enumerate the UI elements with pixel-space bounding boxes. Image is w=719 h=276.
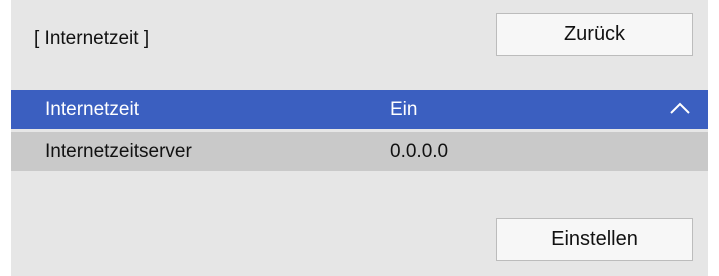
back-button[interactable]: Zurück bbox=[496, 13, 693, 56]
setting-label: Internetzeitserver bbox=[45, 140, 192, 162]
setting-label: Internetzeit bbox=[45, 98, 139, 120]
chevron-up-icon[interactable] bbox=[668, 98, 692, 120]
back-button-label: Zurück bbox=[563, 23, 626, 45]
settings-panel: [ Internetzeit ] Zurück Internetzeit Ein… bbox=[11, 0, 708, 276]
setting-row-internet-time-server[interactable]: Internetzeitserver 0.0.0.0 bbox=[11, 132, 708, 171]
set-button-label: Einstellen bbox=[551, 228, 638, 250]
setting-value: 0.0.0.0 bbox=[390, 140, 449, 162]
setting-row-internet-time[interactable]: Internetzeit Ein bbox=[11, 90, 708, 129]
set-button[interactable]: Einstellen bbox=[496, 218, 693, 261]
setting-value: Ein bbox=[390, 98, 418, 120]
page-title: [ Internetzeit ] bbox=[34, 28, 150, 49]
